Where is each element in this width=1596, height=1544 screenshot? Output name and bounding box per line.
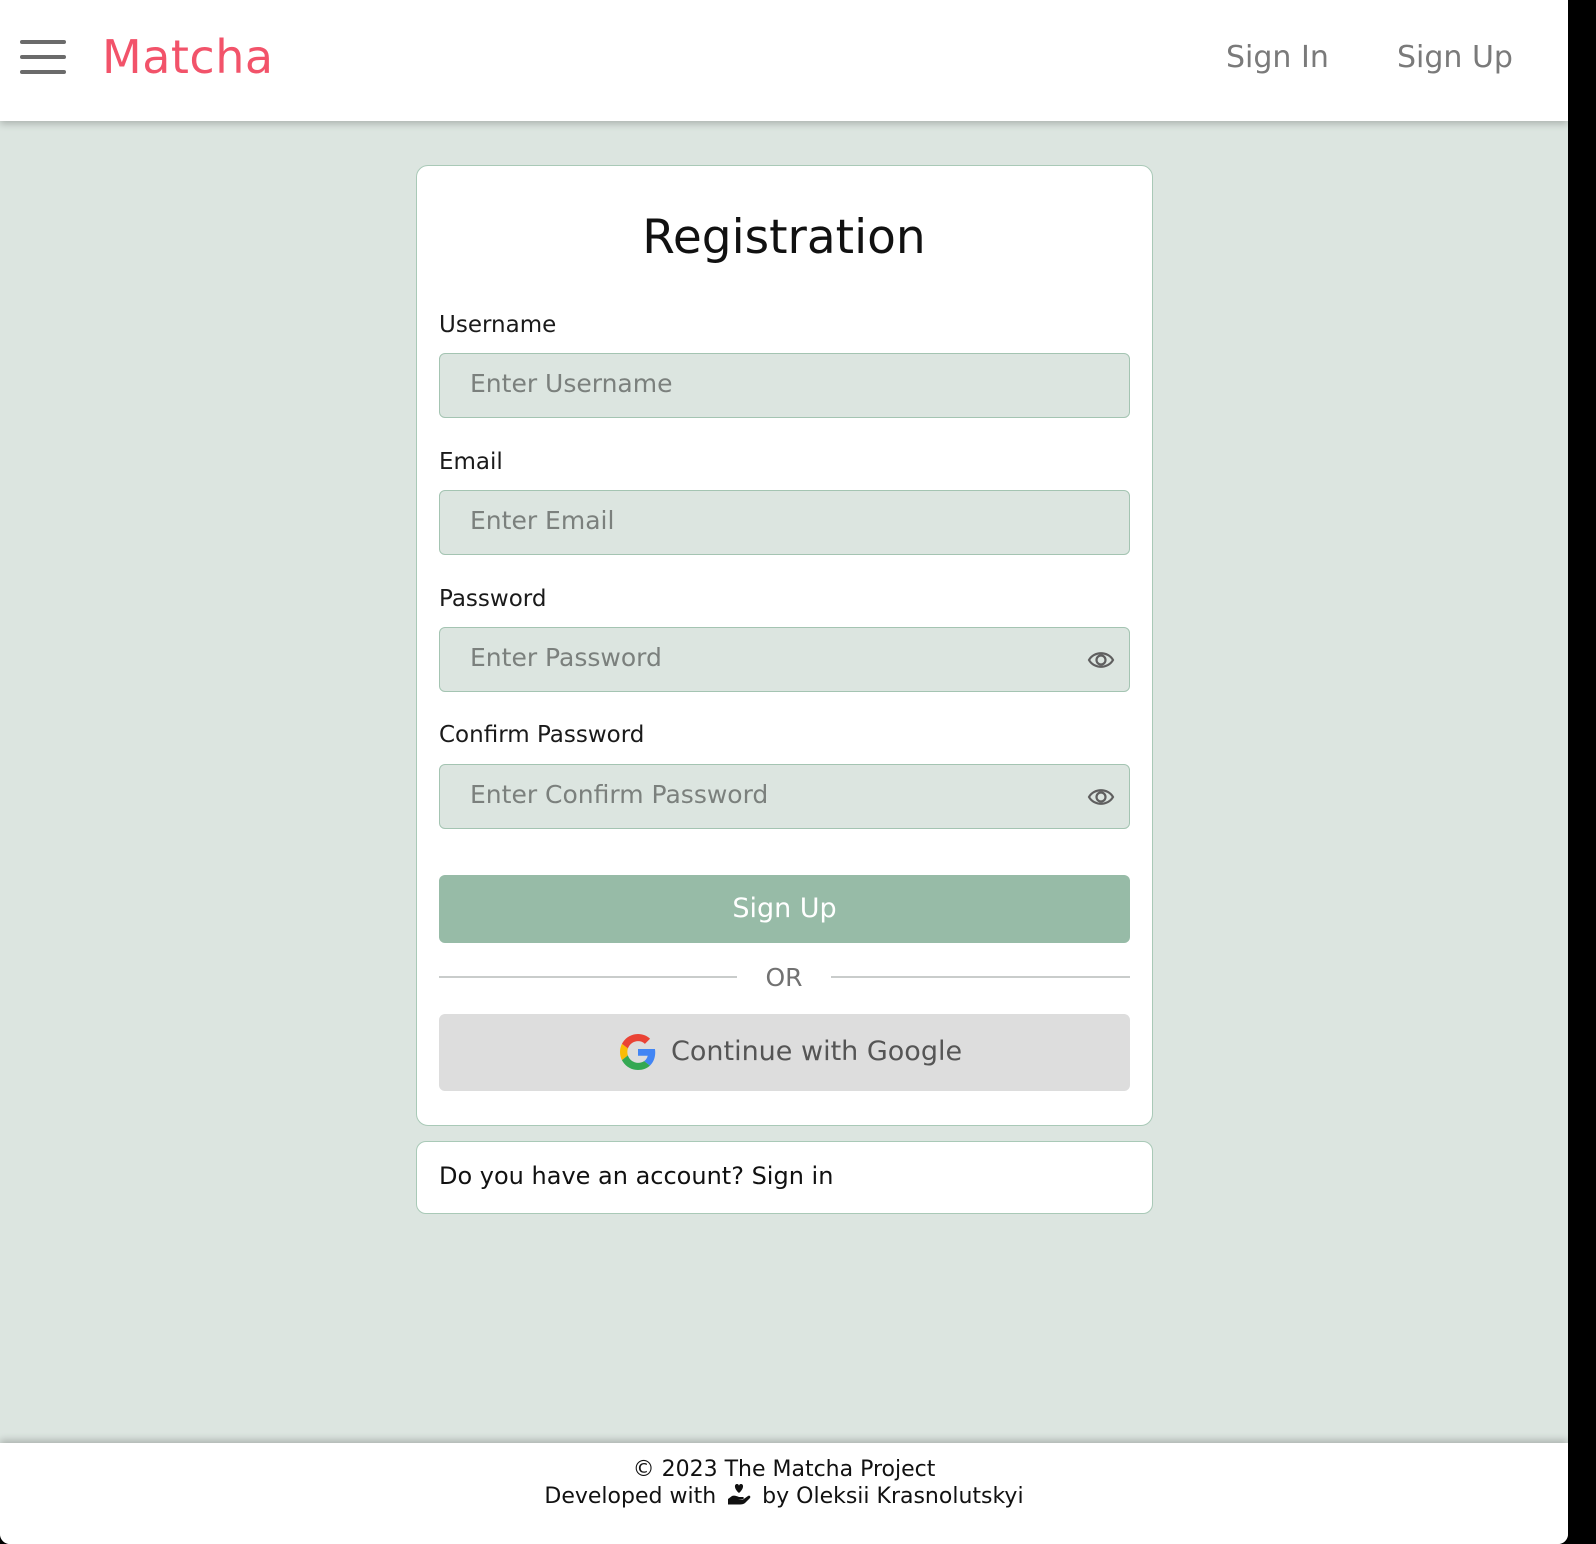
- email-label: Email: [439, 449, 503, 475]
- nav-sign-up-link[interactable]: Sign Up: [1397, 40, 1513, 75]
- eye-icon[interactable]: [1087, 784, 1115, 810]
- google-icon: [620, 1034, 656, 1070]
- email-placeholder: Enter Email: [470, 506, 615, 535]
- app-page: Matcha Sign In Sign Up Registration User…: [0, 0, 1568, 1544]
- google-signin-button[interactable]: Continue with Google: [439, 1014, 1130, 1091]
- divider-left: [439, 976, 737, 978]
- form-title: Registration: [642, 210, 926, 265]
- divider-right: [831, 976, 1130, 978]
- confirm-password-label: Confirm Password: [439, 722, 645, 748]
- username-label: Username: [439, 312, 557, 338]
- password-label: Password: [439, 586, 547, 612]
- footer-copyright: © 2023 The Matcha Project: [632, 1457, 936, 1482]
- account-prompt-box: Do you have an account? Sign in: [416, 1141, 1153, 1214]
- username-input[interactable]: Enter Username: [439, 353, 1130, 418]
- footer-developed-prefix: Developed with: [544, 1484, 717, 1509]
- heart-hand-icon: [728, 1484, 751, 1505]
- window-edge: [1568, 0, 1596, 1544]
- or-divider-text: OR: [765, 963, 803, 992]
- password-placeholder: Enter Password: [470, 643, 662, 672]
- brand-logo[interactable]: Matcha: [102, 30, 274, 84]
- password-input[interactable]: Enter Password: [439, 627, 1130, 692]
- google-button-label: Continue with Google: [671, 1036, 963, 1067]
- sign-up-button[interactable]: Sign Up: [439, 875, 1130, 943]
- footer-developed-suffix: by Oleksii Krasnolutskyi: [762, 1484, 1024, 1509]
- confirm-password-placeholder: Enter Confirm Password: [470, 780, 769, 809]
- confirm-password-input[interactable]: Enter Confirm Password: [439, 764, 1130, 829]
- eye-icon[interactable]: [1087, 647, 1115, 673]
- sign-in-link[interactable]: Do you have an account? Sign in: [439, 1162, 833, 1190]
- email-input[interactable]: Enter Email: [439, 490, 1130, 555]
- footer: © 2023 The Matcha Project Developed with…: [0, 1443, 1568, 1544]
- top-navbar: Matcha Sign In Sign Up: [0, 0, 1568, 121]
- footer-credits: Developed with by Oleksii Krasnolutskyi: [0, 1482, 1568, 1509]
- username-placeholder: Enter Username: [470, 369, 673, 398]
- nav-sign-in-link[interactable]: Sign In: [1226, 40, 1329, 75]
- hamburger-menu-icon[interactable]: [20, 40, 66, 74]
